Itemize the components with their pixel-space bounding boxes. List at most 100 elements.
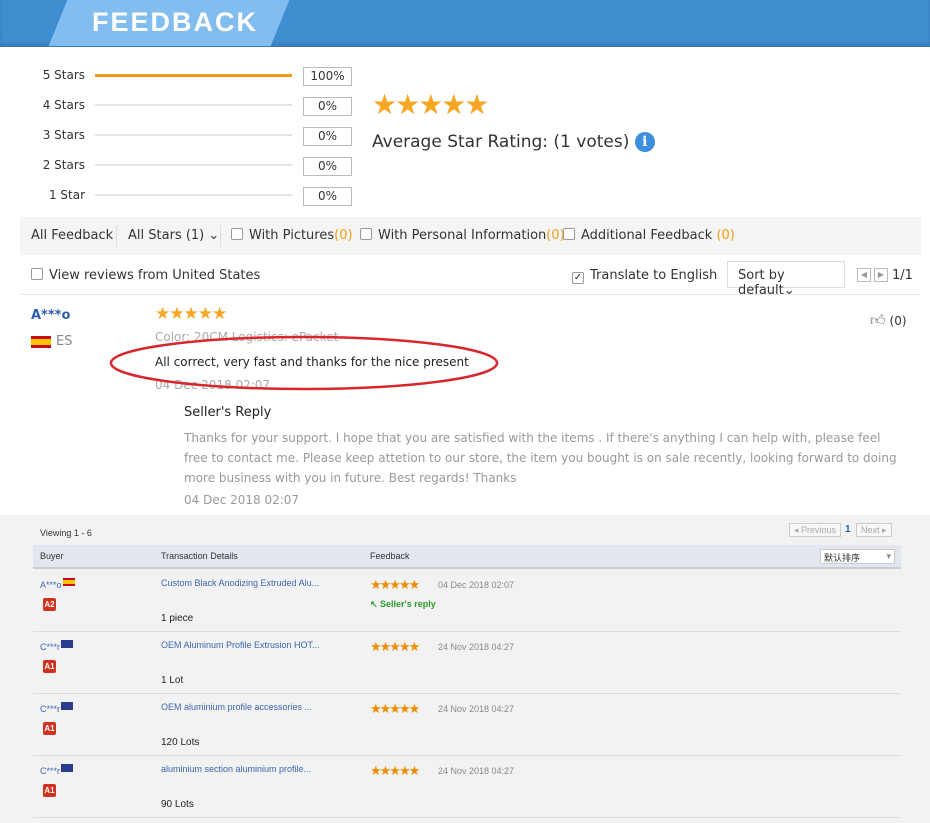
- australia-flag-icon: [61, 640, 74, 648]
- buyer-name[interactable]: C***r: [40, 640, 74, 652]
- rating-percent: 0%: [303, 157, 352, 176]
- sort-value: 默认排序: [824, 553, 861, 563]
- buyer-level-badge: A1: [43, 722, 56, 735]
- table-sort-select[interactable]: 默认排序 ▾: [820, 549, 895, 564]
- rating-label: 4 Stars: [42, 98, 85, 112]
- viewing-count: Viewing 1 - 6: [40, 528, 92, 538]
- rating-percent: 0%: [303, 127, 352, 146]
- product-link[interactable]: aluminium section aluminium profile...: [161, 764, 311, 774]
- table-row: C***r A1 aluminium section aluminium pro…: [33, 756, 901, 818]
- average-rating-label: Average Star Rating: (1 votes): [372, 132, 630, 152]
- next-page-icon[interactable]: ▶: [874, 268, 888, 282]
- table-header: Buyer Transaction Details Feedback 默认排序 ▾: [33, 545, 901, 569]
- buyer-name[interactable]: A***o: [40, 578, 75, 590]
- buyer-label: C***r: [40, 704, 61, 714]
- table-row: C***r A1 OEM Aluminum Profile Extrusion …: [33, 632, 901, 694]
- buyer-name[interactable]: C***r: [40, 764, 74, 776]
- feedback-stars: ★★★★★: [370, 639, 420, 654]
- average-rating: Average Star Rating: (1 votes) i: [372, 132, 655, 152]
- table-row: C***r A1 OEM aluminium profile accessori…: [33, 694, 901, 756]
- column-transaction: Transaction Details: [161, 551, 238, 561]
- chevron-down-icon: ⌄: [208, 228, 220, 243]
- view-us-reviews[interactable]: View reviews from United States: [31, 268, 260, 283]
- sellers-reply-link[interactable]: ↖ Seller's reply: [370, 599, 436, 610]
- review-stars: ★★★★★: [155, 304, 227, 324]
- chevron-down-icon: ▾: [886, 551, 891, 561]
- count: (0): [716, 228, 735, 243]
- feedback-date: 04 Dec 2018 02:07: [438, 580, 515, 590]
- feedback-stars: ★★★★★: [370, 701, 420, 716]
- feedback-stars: ★★★★★: [370, 763, 420, 778]
- feedback-stars: ★★★★★: [370, 577, 420, 592]
- checkbox[interactable]: [360, 228, 372, 240]
- label: With Pictures: [249, 228, 335, 243]
- product-link[interactable]: Custom Black Anodizing Extruded Alu...: [161, 578, 319, 588]
- divider: [220, 225, 221, 247]
- label: View reviews from United States: [49, 268, 261, 283]
- column-feedback: Feedback: [370, 551, 410, 561]
- feedback-date: 24 Nov 2018 04:27: [438, 766, 515, 776]
- feedback-date: 24 Nov 2018 04:27: [438, 704, 515, 714]
- australia-flag-icon: [61, 764, 74, 772]
- filter-all-feedback[interactable]: All Feedback: [31, 228, 113, 243]
- page-indicator: 1/1: [892, 268, 913, 283]
- rating-bar: [95, 134, 292, 136]
- like-button[interactable]: 👍︎ (0): [870, 311, 907, 330]
- current-page[interactable]: 1: [845, 524, 851, 535]
- filter-with-personal-info[interactable]: With Personal Information(0): [360, 228, 565, 243]
- rating-percent: 100%: [303, 67, 352, 86]
- rating-percent: 0%: [303, 187, 352, 206]
- product-link[interactable]: OEM Aluminum Profile Extrusion HOT...: [161, 640, 320, 650]
- feedback-header: FEEDBACK: [0, 0, 930, 47]
- product-link[interactable]: OEM aluminium profile accessories ...: [161, 702, 312, 712]
- seller-reply-date: 04 Dec 2018 02:07: [184, 493, 300, 507]
- rating-label: 2 Stars: [42, 158, 85, 172]
- filter-all-stars-dropdown[interactable]: All Stars (1) ⌄: [128, 228, 219, 243]
- like-count: (0): [889, 314, 907, 328]
- checkbox[interactable]: [563, 228, 575, 240]
- buyer-level-badge: A1: [43, 660, 56, 673]
- buyer-label: C***r: [40, 766, 61, 776]
- rating-bar: [95, 74, 292, 77]
- thumbs-up-icon: 👍︎: [870, 311, 886, 329]
- sort-dropdown[interactable]: Sort by default⌄: [727, 261, 845, 298]
- checkbox[interactable]: [231, 228, 243, 240]
- filter-with-pictures[interactable]: With Pictures(0): [231, 228, 353, 243]
- quantity: 1 Lot: [161, 675, 184, 686]
- seller-reply-text: Thanks for your support. I hope that you…: [184, 431, 897, 485]
- all-stars-label: All Stars (1): [128, 228, 205, 243]
- buyer-label: C***r: [40, 642, 61, 652]
- divider: [116, 225, 117, 247]
- rating-bar: [95, 104, 292, 106]
- quantity: 1 piece: [161, 613, 194, 624]
- column-buyer: Buyer: [40, 551, 64, 561]
- rating-bar: [95, 194, 292, 196]
- rating-bar: [95, 164, 292, 166]
- filter-additional-feedback[interactable]: Additional Feedback (0): [563, 228, 735, 243]
- prev-page-icon[interactable]: ◀: [857, 268, 871, 282]
- spain-flag-icon: [31, 336, 51, 348]
- translate-to-english[interactable]: ✓ Translate to English: [572, 268, 717, 284]
- buyer-level-badge: A1: [43, 784, 56, 797]
- previous-button[interactable]: ◂ Previous: [789, 523, 842, 537]
- buyer-name[interactable]: C***r: [40, 702, 74, 714]
- quantity: 120 Lots: [161, 737, 200, 748]
- chevron-down-icon: ⌄: [783, 283, 795, 298]
- table-row: A***o A2 Custom Black Anodizing Extruded…: [33, 570, 901, 632]
- label: With Personal Information: [378, 228, 547, 243]
- quantity: 90 Lots: [161, 799, 194, 810]
- count: (0): [334, 228, 353, 243]
- checkbox-checked[interactable]: ✓: [572, 272, 584, 284]
- buyer-level-badge: A2: [43, 598, 56, 611]
- count: (0): [546, 228, 565, 243]
- label: Additional Feedback: [581, 228, 713, 243]
- header-title: FEEDBACK: [92, 7, 259, 37]
- rating-label: 3 Stars: [42, 128, 85, 142]
- average-stars: ★★★★★: [372, 88, 490, 121]
- spain-flag-icon: [62, 578, 75, 586]
- checkbox[interactable]: [31, 268, 43, 280]
- next-button[interactable]: Next ▸: [856, 523, 892, 537]
- info-icon[interactable]: i: [634, 132, 655, 152]
- australia-flag-icon: [61, 702, 74, 710]
- review-buyer[interactable]: A***o: [31, 308, 70, 323]
